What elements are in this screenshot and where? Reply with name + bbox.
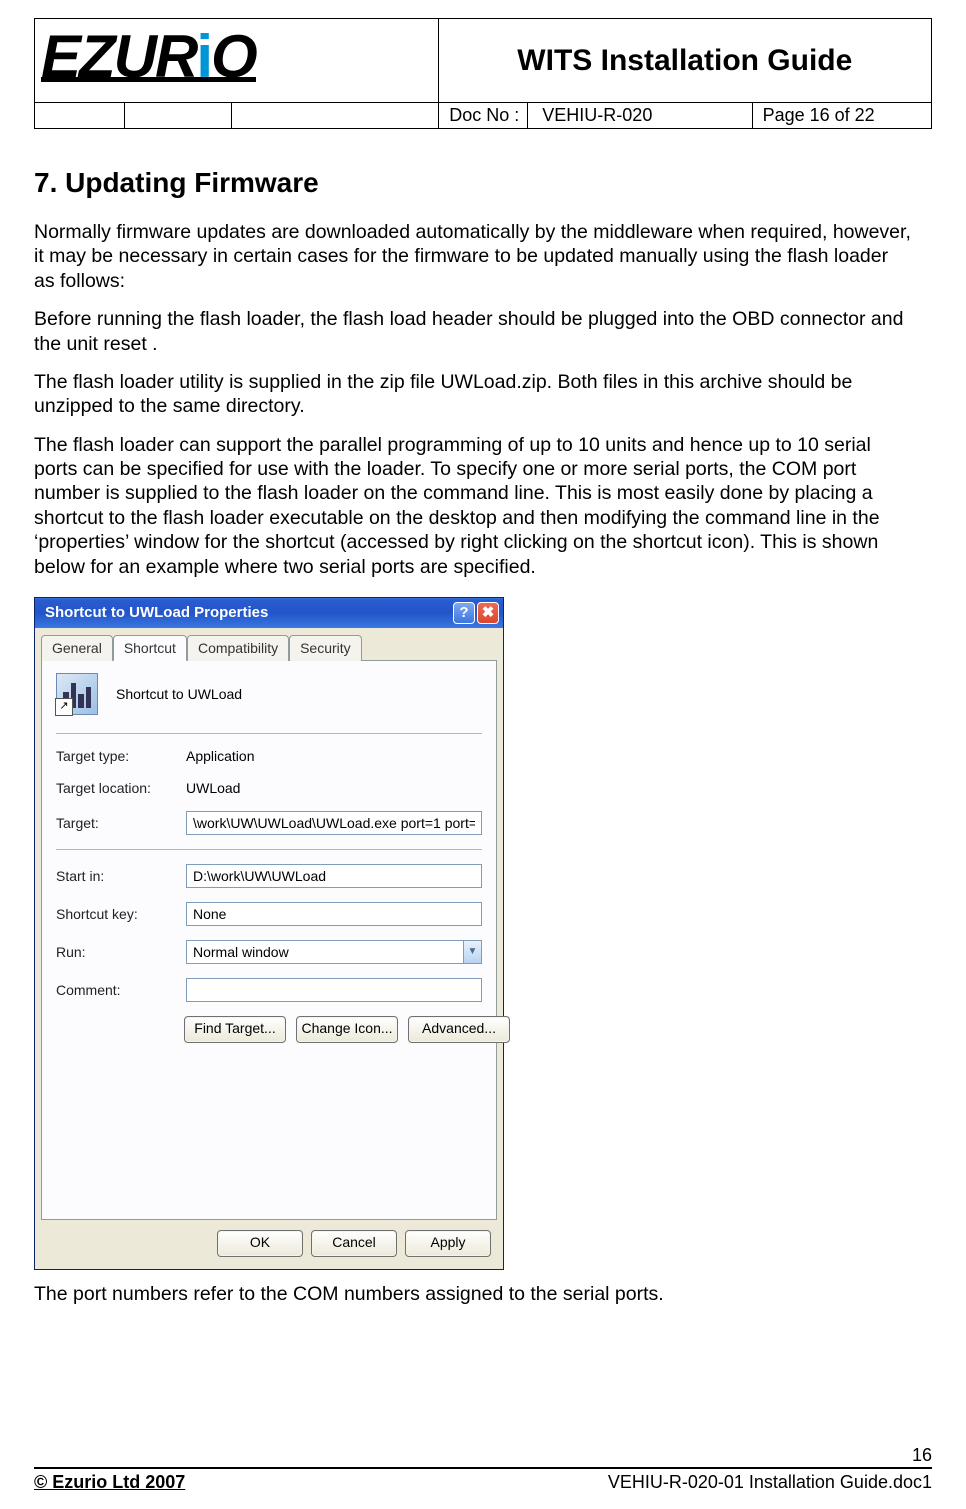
label-target-type: Target type: xyxy=(56,748,186,766)
dialog-titlebar: Shortcut to UWLoad Properties ? ✖ xyxy=(35,598,503,628)
page-indicator: Page 16 of 22 xyxy=(752,103,931,129)
close-icon[interactable]: ✖ xyxy=(477,602,499,624)
comment-input[interactable] xyxy=(186,978,482,1002)
tab-shortcut[interactable]: Shortcut xyxy=(113,635,187,662)
label-start-in: Start in: xyxy=(56,868,186,886)
cancel-button[interactable]: Cancel xyxy=(311,1230,397,1257)
properties-dialog: Shortcut to UWLoad Properties ? ✖ Genera… xyxy=(34,597,504,1271)
paragraph-2: Before running the flash loader, the fla… xyxy=(34,307,914,356)
section-heading: 7. Updating Firmware xyxy=(34,165,932,200)
run-select-value: Normal window xyxy=(193,944,289,962)
paragraph-3: The flash loader utility is supplied in … xyxy=(34,370,914,419)
label-shortcut-key: Shortcut key: xyxy=(56,906,186,924)
tab-panel-shortcut: Shortcut to UWLoad Target type: Applicat… xyxy=(41,660,497,1220)
label-run: Run: xyxy=(56,944,186,962)
chevron-down-icon[interactable]: ▼ xyxy=(463,941,481,963)
footer-filename: VEHIU-R-020-01 Installation Guide.doc1 xyxy=(608,1471,932,1494)
page-number: 16 xyxy=(34,1444,932,1467)
docno-value: VEHIU-R-020 xyxy=(528,103,752,129)
page-footer: 16 © Ezurio Ltd 2007 VEHIU-R-020-01 Inst… xyxy=(34,1444,932,1493)
ok-button[interactable]: OK xyxy=(217,1230,303,1257)
document-header: EZURiO WITS Installation Guide Doc No : … xyxy=(34,18,932,129)
help-icon[interactable]: ? xyxy=(453,602,475,624)
label-target: Target: xyxy=(56,815,186,833)
tab-general[interactable]: General xyxy=(41,635,113,662)
dialog-footer: OK Cancel Apply xyxy=(35,1220,503,1269)
docno-label: Doc No : xyxy=(438,103,528,129)
copyright: © Ezurio Ltd 2007 xyxy=(34,1471,185,1494)
ezurio-logo: EZURiO xyxy=(41,39,432,83)
tab-strip: General Shortcut Compatibility Security xyxy=(35,628,503,661)
change-icon-button[interactable]: Change Icon... xyxy=(296,1016,398,1043)
run-select[interactable]: Normal window ▼ xyxy=(186,940,482,964)
tab-compatibility[interactable]: Compatibility xyxy=(187,635,289,662)
label-comment: Comment: xyxy=(56,982,186,1000)
value-target-location: UWLoad xyxy=(186,780,240,798)
shortcut-name-label: Shortcut to UWLoad xyxy=(116,686,242,704)
shortcut-key-input[interactable] xyxy=(186,902,482,926)
advanced-button[interactable]: Advanced... xyxy=(408,1016,510,1043)
apply-button[interactable]: Apply xyxy=(405,1230,491,1257)
paragraph-1: Normally firmware updates are downloaded… xyxy=(34,220,914,293)
label-target-location: Target location: xyxy=(56,780,186,798)
target-input[interactable] xyxy=(186,811,482,835)
dialog-title: Shortcut to UWLoad Properties xyxy=(45,604,451,623)
value-target-type: Application xyxy=(186,748,255,766)
tab-security[interactable]: Security xyxy=(289,635,362,662)
shortcut-file-icon xyxy=(56,673,98,715)
paragraph-5: The port numbers refer to the COM number… xyxy=(34,1282,914,1306)
paragraph-4: The flash loader can support the paralle… xyxy=(34,433,914,579)
doc-title: WITS Installation Guide xyxy=(517,44,852,77)
start-in-input[interactable] xyxy=(186,864,482,888)
find-target-button[interactable]: Find Target... xyxy=(184,1016,286,1043)
